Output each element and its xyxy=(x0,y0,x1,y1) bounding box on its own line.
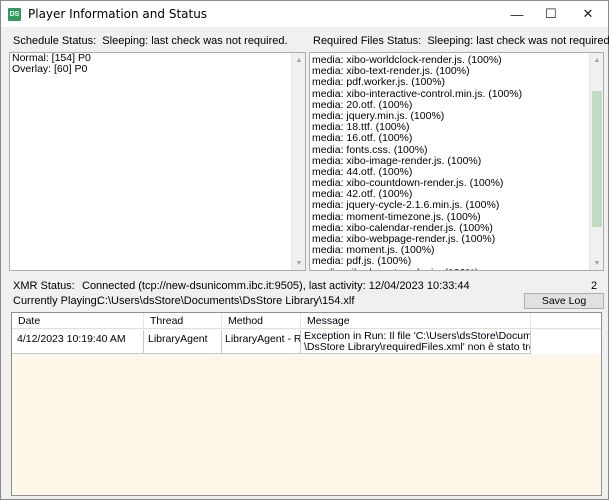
files-list-item[interactable]: media: pdf.worker.js. (100%) xyxy=(310,77,603,88)
column-header-message[interactable]: Message xyxy=(301,313,531,329)
currently-playing-value: C:\Users\dsStore\Documents\DsStore Libra… xyxy=(97,295,355,307)
save-log-button[interactable]: Save Log xyxy=(524,293,604,309)
currently-playing-label: Currently Playing: xyxy=(13,295,100,307)
files-list-item[interactable]: media: jquery-cycle-2.1.6.min.js. (100%) xyxy=(310,200,603,211)
log-message-cell: Exception in Run: Il file 'C:\Users\dsSt… xyxy=(301,330,531,354)
files-list-item[interactable]: media: 16.otf. (100%) xyxy=(310,133,603,144)
scroll-up-icon[interactable]: ▲ xyxy=(590,53,603,67)
schedule-scrollbar[interactable]: ▲ ▼ xyxy=(291,53,305,270)
column-header-thread[interactable]: Thread xyxy=(144,313,222,329)
window-title: Player Information and Status xyxy=(28,7,208,21)
log-date-cell: 4/12/2023 10:19:40 AM xyxy=(12,330,144,354)
app-icon: DS xyxy=(8,7,21,21)
xmr-count: 2 xyxy=(591,280,598,292)
window-controls: — ☐ ✕ xyxy=(500,1,608,27)
log-message-line: \DsStore Library\requiredFiles.xml' non … xyxy=(304,341,530,353)
scroll-thumb[interactable] xyxy=(592,91,602,227)
log-thread-cell: LibraryAgent xyxy=(144,330,222,354)
xmr-status-value: Connected (tcp://new-dsunicomm.ibc.it:95… xyxy=(82,280,470,292)
log-method-cell: LibraryAgent - Ru xyxy=(222,330,301,354)
files-list[interactable]: media: xibo-worldclock-render.js. (100%)… xyxy=(309,52,604,271)
files-list-item[interactable]: media: fonts.css. (100%) xyxy=(310,144,603,156)
files-status-label: Required Files Status: xyxy=(313,35,422,47)
schedule-status-row: Schedule Status: Sleeping: last check wa… xyxy=(13,35,288,47)
maximize-icon[interactable]: ☐ xyxy=(534,1,568,27)
files-list-item[interactable]: media: xibo-layout-scaler.js. (100%) xyxy=(310,267,603,270)
title-bar: DS Player Information and Status — ☐ ✕ xyxy=(1,1,608,27)
player-info-window: DS Player Information and Status — ☐ ✕ S… xyxy=(0,0,609,500)
files-status-row: Required Files Status: Sleeping: last ch… xyxy=(313,35,609,47)
files-scrollbar[interactable]: ▲ ▼ xyxy=(589,53,603,270)
log-grid-header: Date Thread Method Message xyxy=(12,313,601,329)
close-icon[interactable]: ✕ xyxy=(568,1,608,27)
schedule-list[interactable]: Normal: [154] P0 Overlay: [60] P0 ▲ ▼ xyxy=(9,52,306,271)
minimize-icon[interactable]: — xyxy=(500,1,534,27)
scroll-down-icon[interactable]: ▼ xyxy=(590,256,603,270)
schedule-status-label: Schedule Status: xyxy=(13,35,97,47)
files-list-item[interactable]: media: pdf.js. (100%) xyxy=(310,256,603,267)
log-grid[interactable]: Date Thread Method Message 4/12/2023 10:… xyxy=(11,312,602,496)
xmr-status-label: XMR Status: xyxy=(13,280,75,292)
scroll-up-icon[interactable]: ▲ xyxy=(292,53,305,67)
table-row[interactable]: 4/12/2023 10:19:40 AM LibraryAgent Libra… xyxy=(12,330,601,354)
scroll-down-icon[interactable]: ▼ xyxy=(292,256,305,270)
files-status-value: Sleeping: last check was not required. xyxy=(427,35,609,47)
schedule-status-value: Sleeping: last check was not required. xyxy=(102,35,288,47)
schedule-line: Overlay: [60] P0 xyxy=(12,63,88,76)
column-header-date[interactable]: Date xyxy=(12,313,144,329)
column-header-method[interactable]: Method xyxy=(222,313,301,329)
